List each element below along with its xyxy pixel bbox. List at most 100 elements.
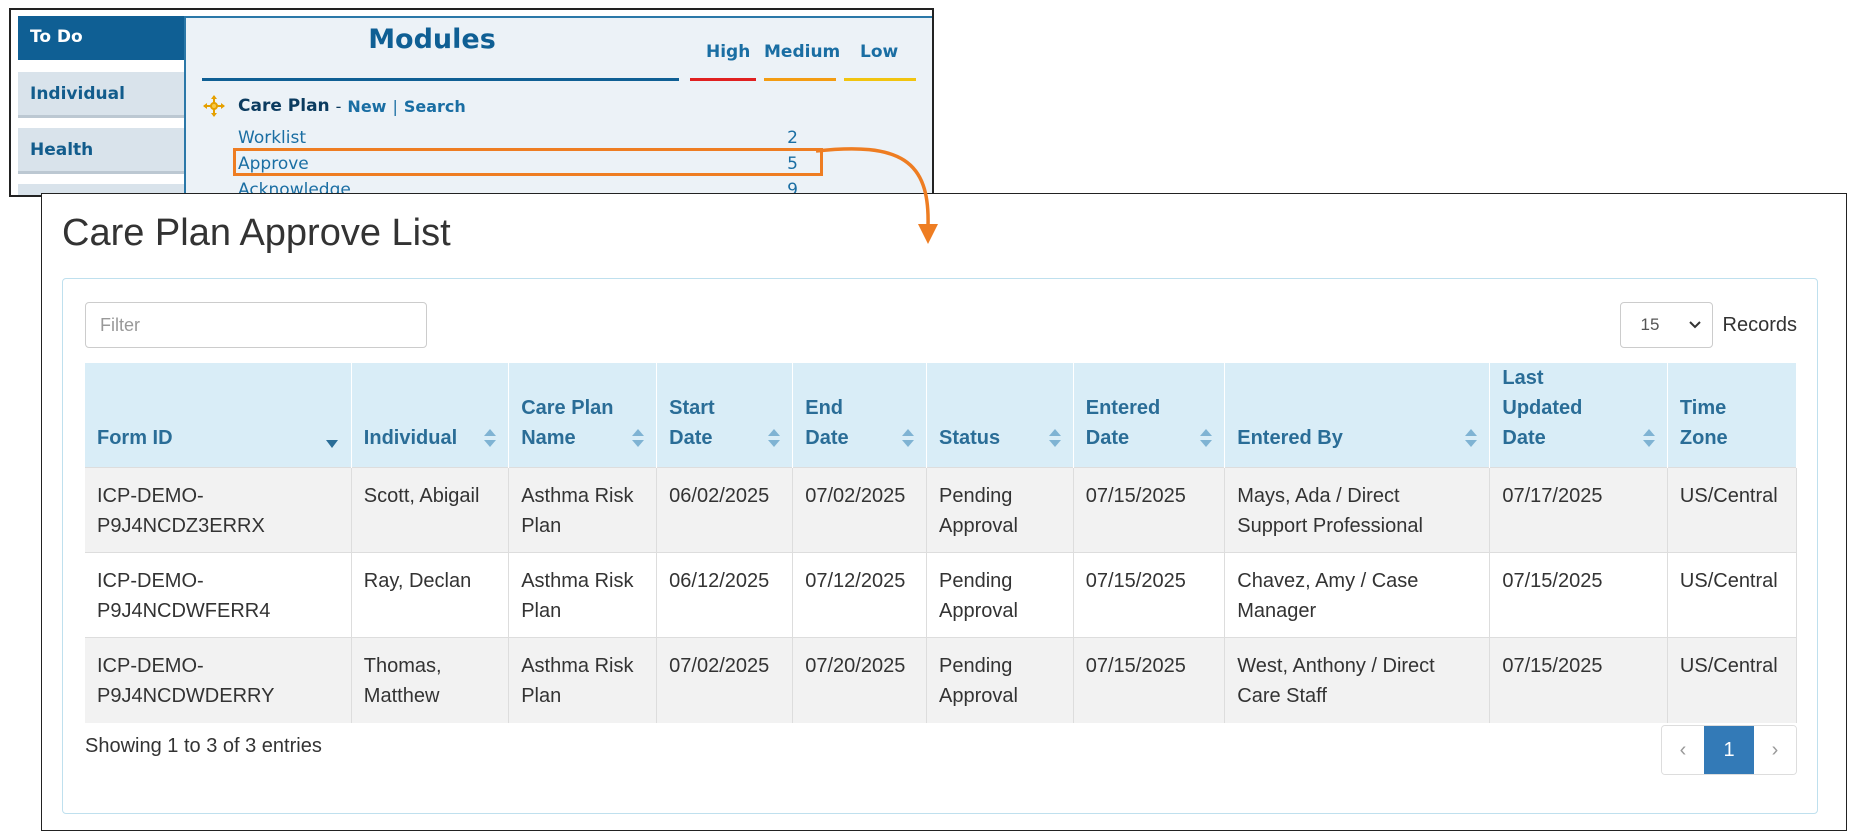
sidebar-tab-todo[interactable]: To Do — [18, 16, 186, 60]
cell-last-updated-date: 07/15/2025 — [1489, 552, 1668, 638]
cell-care-plan-name: Asthma Risk Plan — [508, 637, 658, 723]
cell-text: Plan — [521, 685, 562, 707]
list-panel: 15 Records Form ID Individual Care Plan Nam… — [62, 278, 1818, 814]
cell-text: US/Central — [1679, 485, 1778, 507]
cell-text: 07/02/2025 — [805, 485, 906, 507]
cell-text: Pending — [938, 570, 1013, 592]
sort-icon[interactable] — [901, 429, 914, 447]
priority-medium-link[interactable]: Medium — [764, 42, 840, 62]
sort-icon[interactable] — [632, 429, 645, 447]
cell-text: Scott, Abigail — [363, 485, 480, 507]
task-count[interactable]: 2 — [787, 128, 810, 148]
cell-form-id: ICP-DEMO- P9J4NCDZ3ERRX — [85, 467, 352, 553]
column-header-care-plan-name[interactable]: Care Plan Name — [508, 363, 658, 468]
column-header-time-zone[interactable]: Time Zone — [1667, 363, 1798, 468]
column-header-text: Status — [938, 427, 1001, 449]
cell-time-zone: US/Central — [1667, 552, 1798, 638]
column-header-text: Start Date — [669, 397, 715, 449]
sort-icon[interactable] — [1465, 429, 1478, 447]
cell-text: 07/15/2025 — [1085, 485, 1186, 507]
table-row[interactable]: ICP-DEMO- P9J4NCDZ3ERRX Scott, Abigail Asth… — [85, 467, 1798, 553]
column-header-end-date[interactable]: End Date — [792, 363, 927, 468]
table-row[interactable]: ICP-DEMO- P9J4NCDWDERRY Thomas, Matthew Asth… — [85, 637, 1798, 723]
cell-care-plan-name: Asthma Risk Plan — [508, 467, 658, 553]
filter-input[interactable] — [85, 302, 427, 348]
cell-text: P9J4NCDZ3ERRX — [97, 515, 265, 537]
cell-entered-by: Chavez, Amy / Case Manager — [1224, 552, 1491, 638]
cell-text: 06/02/2025 — [669, 485, 770, 507]
priority-high-link[interactable]: High — [706, 42, 750, 62]
sidebar-tab-health[interactable]: Health — [18, 128, 186, 174]
column-header-status[interactable]: Status — [926, 363, 1074, 468]
column-header-entered-by[interactable]: Entered By — [1224, 363, 1491, 468]
cell-start-date: 06/02/2025 — [656, 467, 794, 553]
cell-text: 07/17/2025 — [1502, 485, 1603, 507]
sort-descending-icon[interactable] — [325, 439, 339, 449]
column-header-text: Entered — [1085, 397, 1161, 419]
cell-entered-by: West, Anthony / Direct Care Staff — [1224, 637, 1491, 723]
sort-icon[interactable] — [484, 429, 497, 447]
cell-text: Chavez, Amy / Case — [1237, 570, 1419, 592]
cell-text: Plan — [521, 600, 562, 622]
task-label[interactable]: Approve — [238, 154, 309, 174]
sort-icon[interactable] — [1048, 429, 1061, 447]
modules-title: Modules — [368, 24, 496, 55]
move-icon[interactable] — [202, 94, 226, 118]
care-plan-title: Care Plan — [238, 96, 330, 116]
task-label[interactable]: Worklist — [238, 128, 306, 148]
cell-text: US/Central — [1679, 655, 1778, 677]
priority-high-underline — [690, 78, 756, 81]
cell-text: Pending — [938, 485, 1013, 507]
pagination-next-button[interactable]: › — [1754, 726, 1796, 774]
cell-last-updated-date: 07/17/2025 — [1489, 467, 1668, 553]
care-plan-new-link[interactable]: New — [347, 97, 386, 116]
pagination-prev-button[interactable]: ‹ — [1662, 726, 1704, 774]
cell-text: Pending — [938, 655, 1013, 677]
cell-text: 07/12/2025 — [805, 570, 906, 592]
column-header-last-updated-date[interactable]: Last Updated Date — [1489, 363, 1668, 468]
column-header-start-date[interactable]: Start Date — [656, 363, 794, 468]
column-header-form-id[interactable]: Form ID — [85, 363, 352, 468]
priority-low-link[interactable]: Low — [860, 42, 898, 62]
cell-start-date: 07/02/2025 — [656, 637, 794, 723]
column-header-entered-date[interactable]: Entered Date — [1073, 363, 1226, 468]
records-label: Records — [1722, 313, 1797, 336]
cell-time-zone: US/Central — [1667, 467, 1798, 553]
cell-status: Pending Approval — [926, 467, 1074, 553]
care-plan-search-link[interactable]: Search — [404, 97, 466, 116]
table-info: Showing 1 to 3 of 3 entries — [85, 735, 322, 757]
modules-panel: Modules High Medium Low Care Plan - New … — [184, 16, 932, 195]
cell-text: Approval — [938, 685, 1018, 707]
pagination-page-1[interactable]: 1 — [1704, 726, 1754, 774]
task-count[interactable]: 5 — [787, 154, 810, 174]
cell-text: Approval — [938, 600, 1018, 622]
cell-entered-date: 07/15/2025 — [1073, 552, 1226, 638]
sort-icon[interactable] — [768, 429, 781, 447]
cell-text: Mays, Ada / Direct — [1237, 485, 1400, 507]
column-header-individual[interactable]: Individual — [351, 363, 510, 468]
sort-icon[interactable] — [1200, 429, 1213, 447]
sort-icon[interactable] — [1642, 429, 1655, 447]
priority-low-underline — [844, 78, 916, 81]
cell-text: P9J4NCDWFERR4 — [97, 600, 271, 622]
records-select-value: 15 — [1640, 315, 1660, 334]
cell-end-date: 07/12/2025 — [792, 552, 927, 638]
sidebar-tab-individual[interactable]: Individual — [18, 72, 186, 118]
cell-text: Approval — [938, 515, 1018, 537]
cell-text: ICP-DEMO- — [97, 570, 204, 592]
care-plan-link-separator: | — [392, 96, 398, 116]
cell-entered-date: 07/15/2025 — [1073, 637, 1226, 723]
cell-text: P9J4NCDWDERRY — [97, 685, 275, 707]
task-row-approve[interactable]: Approve 5 — [238, 152, 810, 176]
records-per-page-select[interactable]: 15 — [1619, 302, 1713, 348]
records-control: 15 Records — [1619, 302, 1797, 348]
task-row-worklist[interactable]: Worklist 2 — [238, 126, 810, 150]
cell-text: Care Staff — [1237, 685, 1327, 707]
cell-text: Thomas, — [363, 655, 442, 677]
sidebar: To Do Individual Health — [18, 16, 186, 195]
priority-medium-underline — [764, 78, 836, 81]
pagination: ‹ 1 › — [1661, 725, 1797, 775]
table-row[interactable]: ICP-DEMO- P9J4NCDWFERR4 Ray, Declan Asthma … — [85, 552, 1798, 638]
cell-status: Pending Approval — [926, 552, 1074, 638]
chevron-down-icon — [1688, 321, 1701, 329]
